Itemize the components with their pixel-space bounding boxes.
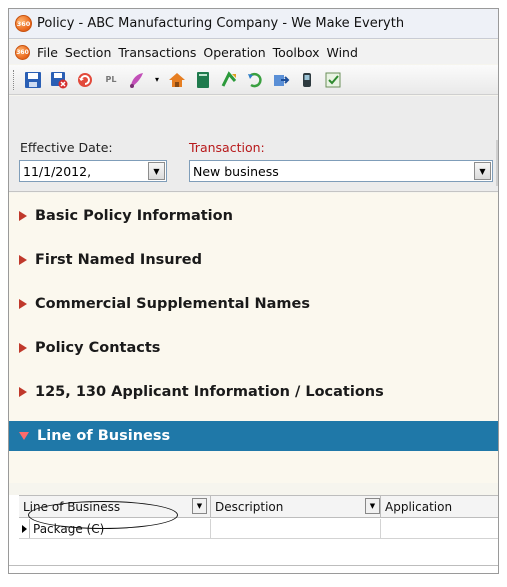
section-first-named-insured[interactable]: First Named Insured <box>9 245 498 275</box>
transaction-fields: Effective Date: Transaction: 11/1/2012, … <box>9 96 498 192</box>
book-icon[interactable] <box>192 69 214 91</box>
toolbar: PL ▾ <box>9 65 498 95</box>
panel-divider <box>496 140 498 186</box>
chevron-down-icon[interactable]: ▼ <box>474 162 491 180</box>
cell-description[interactable] <box>211 519 381 538</box>
filter-dropdown-icon[interactable]: ▼ <box>192 498 207 514</box>
cell-line-of-business[interactable]: Package (C) <box>30 519 211 538</box>
checklist-icon[interactable] <box>322 69 344 91</box>
title-bar: 360 Policy - ABC Manufacturing Company -… <box>9 9 498 39</box>
section-label: Policy Contacts <box>35 340 161 356</box>
grid-bottom-border <box>9 565 498 566</box>
expand-arrow-icon <box>19 299 27 309</box>
filter-dropdown-icon[interactable]: ▼ <box>365 498 380 514</box>
section-label: Basic Policy Information <box>35 208 233 224</box>
menu-window[interactable]: Wind <box>327 45 358 60</box>
section-policy-contacts[interactable]: Policy Contacts <box>9 333 498 363</box>
menu-section[interactable]: Section <box>65 45 111 60</box>
section-applicant-information-locations[interactable]: 125, 130 Applicant Information / Locatio… <box>9 377 498 407</box>
dropdown-icon[interactable]: ▾ <box>152 69 162 91</box>
policy-sections: Basic Policy Information First Named Ins… <box>9 193 498 483</box>
line-of-business-grid: Line of Business ▼ Description ▼ Applica… <box>9 495 498 573</box>
table-row[interactable]: Package (C) <box>19 519 498 539</box>
section-line-of-business[interactable]: Line of Business <box>9 421 498 451</box>
refresh-icon[interactable] <box>218 69 240 91</box>
effective-date-value: 11/1/2012, <box>23 163 92 179</box>
save-icon[interactable] <box>22 69 44 91</box>
paint-icon[interactable] <box>126 69 148 91</box>
home-icon[interactable] <box>166 69 188 91</box>
column-header-line-of-business[interactable]: Line of Business <box>19 496 211 517</box>
pl-icon[interactable]: PL <box>100 69 122 91</box>
column-header-label: Line of Business <box>23 499 121 514</box>
current-row-icon <box>21 524 27 533</box>
expand-arrow-icon <box>19 255 27 265</box>
phone-icon[interactable] <box>296 69 318 91</box>
redo-icon[interactable] <box>244 69 266 91</box>
effective-date-select[interactable]: 11/1/2012, ▼ <box>19 160 167 182</box>
window-title: Policy - ABC Manufacturing Company - We … <box>37 16 405 31</box>
effective-date-label: Effective Date: <box>20 140 113 155</box>
export-icon[interactable] <box>270 69 292 91</box>
grid-header: Line of Business ▼ Description ▼ Applica… <box>19 495 498 518</box>
column-header-label: Description <box>215 499 284 514</box>
menu-operation[interactable]: Operation <box>203 45 265 60</box>
transaction-value: New business <box>193 163 279 179</box>
menu-transactions[interactable]: Transactions <box>118 45 196 60</box>
expand-arrow-icon <box>19 387 27 397</box>
collapse-arrow-icon <box>19 432 29 440</box>
menu-logo-icon[interactable]: 360 <box>15 44 30 60</box>
menu-bar: 360 File Section Transactions Operation … <box>9 40 498 64</box>
app-logo-icon: 360 <box>15 15 32 32</box>
section-commercial-supplemental-names[interactable]: Commercial Supplemental Names <box>9 289 498 319</box>
screenshot-frame: 360 Policy - ABC Manufacturing Company -… <box>0 0 507 587</box>
transaction-select[interactable]: New business ▼ <box>189 160 493 182</box>
expand-arrow-icon <box>19 343 27 353</box>
undo-icon[interactable] <box>74 69 96 91</box>
menu-file[interactable]: File <box>37 45 58 60</box>
column-header-label: Application <box>385 499 453 514</box>
section-basic-policy-information[interactable]: Basic Policy Information <box>9 201 498 231</box>
column-header-application[interactable]: Application <box>381 496 498 517</box>
section-label: Line of Business <box>37 428 171 444</box>
transaction-label: Transaction: <box>189 140 265 155</box>
cell-application[interactable] <box>381 519 498 538</box>
section-label: First Named Insured <box>35 252 202 268</box>
expand-arrow-icon <box>19 211 27 221</box>
row-selector[interactable] <box>19 519 30 538</box>
section-label: Commercial Supplemental Names <box>35 296 310 312</box>
save-close-icon[interactable] <box>48 69 70 91</box>
chevron-down-icon[interactable]: ▼ <box>148 162 165 180</box>
section-label: 125, 130 Applicant Information / Locatio… <box>35 384 384 400</box>
policy-window: 360 Policy - ABC Manufacturing Company -… <box>8 8 499 574</box>
toolbar-grip[interactable] <box>13 69 16 90</box>
menu-toolbox[interactable]: Toolbox <box>273 45 320 60</box>
column-header-description[interactable]: Description <box>211 496 381 517</box>
